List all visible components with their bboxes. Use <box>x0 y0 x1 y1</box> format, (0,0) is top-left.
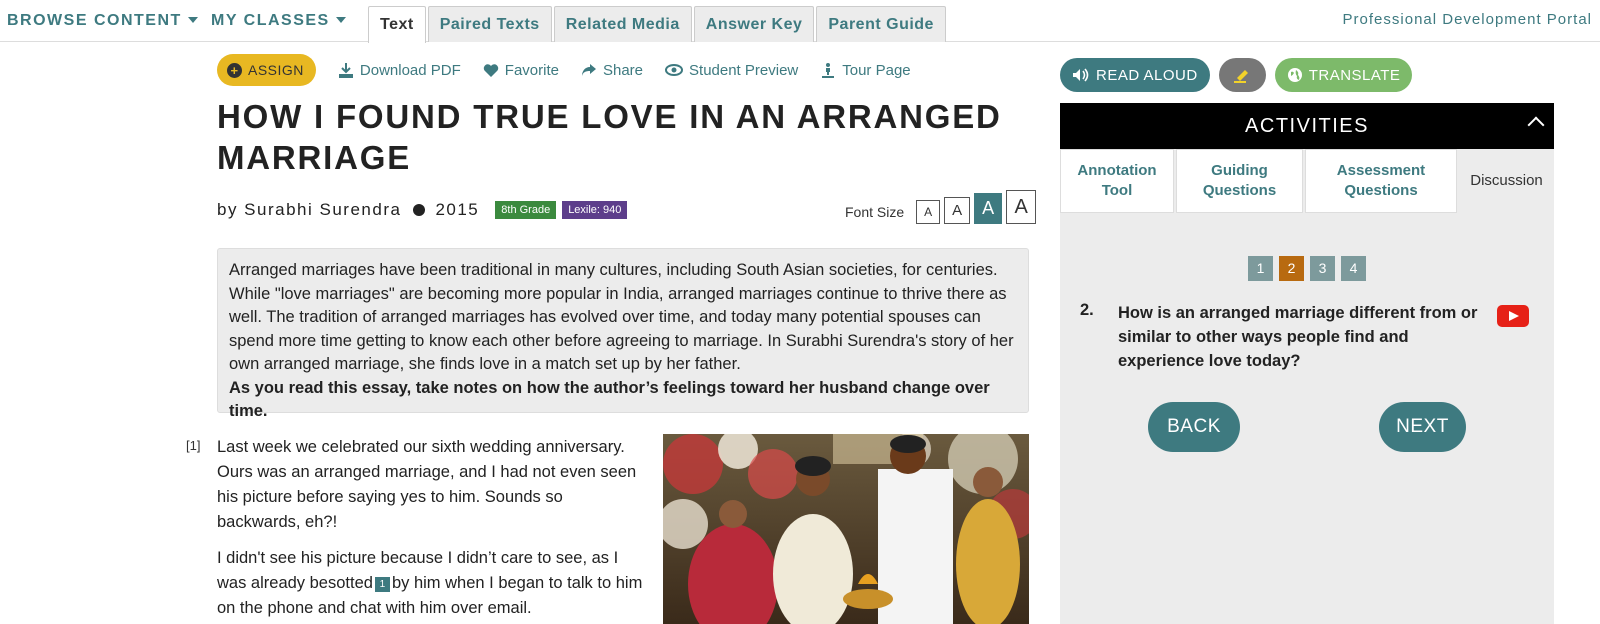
student-preview-label: Student Preview <box>689 61 799 79</box>
lexile-badge: Lexile: 940 <box>562 201 628 219</box>
wedding-photo <box>663 434 1029 624</box>
activities-title: ACTIVITIES <box>1245 115 1369 137</box>
font-size-xlarge-button[interactable]: A <box>1006 190 1037 224</box>
tab-text[interactable]: Text <box>368 6 426 43</box>
my-classes-menu[interactable]: MY CLASSES <box>211 12 346 30</box>
favorite-label: Favorite <box>504 61 559 79</box>
author-name: by Surabhi Surendra <box>217 200 402 219</box>
download-pdf-link[interactable]: Download PDF <box>338 62 461 79</box>
separator-dot <box>413 204 426 216</box>
activity-tabs: Annotation Tool Guiding Questions Assess… <box>1060 149 1556 213</box>
question-2-button[interactable]: 2 <box>1279 256 1304 281</box>
font-size-small-button[interactable]: A <box>916 200 941 224</box>
question-number: 2. <box>1080 301 1094 319</box>
youtube-icon[interactable] <box>1497 305 1529 327</box>
speaker-icon <box>1073 68 1089 82</box>
font-size-large-button[interactable]: A <box>974 193 1003 224</box>
assign-button[interactable]: + ASSIGN <box>217 54 316 86</box>
share-icon <box>581 64 596 76</box>
highlighter-icon <box>1234 70 1249 83</box>
globe-icon <box>1287 68 1302 82</box>
font-size-control: Font Size A A A A <box>845 190 1037 224</box>
read-aloud-label: READ ALOUD <box>1096 66 1198 84</box>
font-size-medium-button[interactable]: A <box>944 197 971 224</box>
content-tabs: Text Paired Texts Related Media Answer K… <box>368 6 948 43</box>
eye-icon <box>665 64 684 76</box>
professional-development-link[interactable]: Professional Development Portal <box>1343 11 1592 28</box>
tab-annotation-tool[interactable]: Annotation Tool <box>1060 149 1174 213</box>
tab-guiding-questions[interactable]: Guiding Questions <box>1176 149 1303 213</box>
tour-page-label: Tour Page <box>842 61 911 79</box>
intro-prompt: As you read this essay, take notes on ho… <box>229 378 990 421</box>
intro-box: Arranged marriages have been traditional… <box>217 248 1029 420</box>
tab-related-media[interactable]: Related Media <box>553 6 692 42</box>
question-3-button[interactable]: 3 <box>1310 256 1335 281</box>
highlighter-button[interactable] <box>1218 58 1266 92</box>
plus-icon: + <box>227 62 242 78</box>
back-button[interactable]: BACK <box>1148 402 1240 452</box>
wedding-photo-illustration <box>663 434 1029 624</box>
tour-icon <box>822 63 835 78</box>
download-icon <box>338 63 353 78</box>
byline: by Surabhi Surendra 2015 8th Grade Lexil… <box>217 200 628 220</box>
heart-icon <box>483 63 498 77</box>
paragraph-2: I didn't see his picture because I didn’… <box>217 546 649 621</box>
question-4-button[interactable]: 4 <box>1341 256 1366 281</box>
tab-discussion[interactable]: Discussion <box>1459 149 1554 213</box>
tour-page-link[interactable]: Tour Page <box>820 61 911 79</box>
paragraph-number: [1] <box>186 438 201 453</box>
my-classes-label: MY CLASSES <box>211 12 330 29</box>
tab-parent-guide[interactable]: Parent Guide <box>816 6 946 42</box>
caret-down-icon <box>187 17 198 23</box>
browse-content-label: BROWSE CONTENT <box>7 12 182 29</box>
top-nav: BROWSE CONTENT MY CLASSES Text Paired Te… <box>0 0 1600 43</box>
footnote-marker[interactable]: 1 <box>374 577 390 592</box>
intro-text: Arranged marriages have been traditional… <box>229 261 1014 373</box>
favorite-link[interactable]: Favorite <box>483 62 559 79</box>
discussion-question: How is an arranged marriage different fr… <box>1118 304 1478 370</box>
browse-content-menu[interactable]: BROWSE CONTENT <box>7 12 198 30</box>
student-preview-link[interactable]: Student Preview <box>665 62 798 79</box>
caret-down-icon <box>335 17 346 23</box>
share-link[interactable]: Share <box>581 62 643 79</box>
tab-paired-texts[interactable]: Paired Texts <box>427 6 552 42</box>
paragraph-1: Last week we celebrated our sixth weddin… <box>217 438 637 531</box>
chevron-up-icon <box>1527 116 1545 134</box>
font-size-label: Font Size <box>845 204 905 220</box>
share-label: Share <box>602 61 644 79</box>
activities-panel: Annotation Tool Guiding Questions Assess… <box>1060 149 1554 624</box>
tab-answer-key[interactable]: Answer Key <box>693 6 815 42</box>
assign-label: ASSIGN <box>248 62 304 78</box>
text-toolbar: + ASSIGN Download PDF Favorite Share Stu… <box>217 54 911 86</box>
reading-tools: READ ALOUD TRANSLATE <box>1060 58 1421 92</box>
translate-label: TRANSLATE <box>1308 66 1401 84</box>
next-button[interactable]: NEXT <box>1379 402 1466 452</box>
publication-year: 2015 <box>435 200 480 219</box>
page-title: HOW I FOUND TRUE LOVE IN AN ARRANGED MAR… <box>217 98 1002 176</box>
translate-button[interactable]: TRANSLATE <box>1274 58 1413 92</box>
question-1-button[interactable]: 1 <box>1248 256 1273 281</box>
grade-badge: 8th Grade <box>495 201 557 219</box>
download-pdf-label: Download PDF <box>359 61 461 79</box>
activities-header[interactable]: ACTIVITIES <box>1060 103 1554 149</box>
tab-assessment-questions[interactable]: Assessment Questions <box>1305 149 1457 213</box>
question-pager: 1 2 3 4 <box>1248 256 1372 281</box>
read-aloud-button[interactable]: READ ALOUD <box>1060 58 1210 92</box>
